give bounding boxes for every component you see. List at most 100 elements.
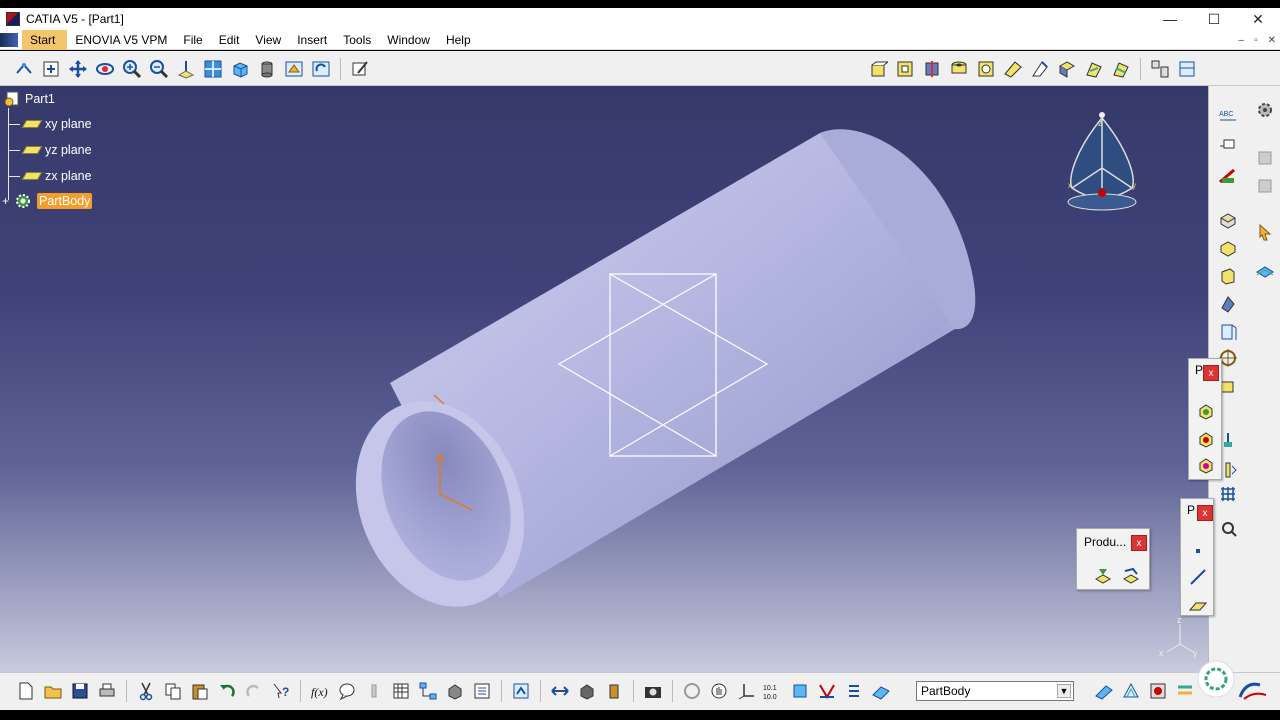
menu-view[interactable]: View <box>247 30 289 50</box>
render-icon[interactable] <box>1092 679 1116 703</box>
assistant-orb-icon[interactable] <box>1196 659 1236 699</box>
construction-icon[interactable] <box>788 679 812 703</box>
measure-inertia-icon[interactable] <box>602 679 626 703</box>
menu-insert[interactable]: Insert <box>289 30 335 50</box>
removed-multi-section-icon[interactable] <box>1109 57 1133 81</box>
pan-icon[interactable] <box>66 57 90 81</box>
boolean-intersect-icon[interactable] <box>1194 453 1218 477</box>
multi-view-icon[interactable] <box>201 57 225 81</box>
menu-help[interactable]: Help <box>438 30 479 50</box>
work-on-support-icon[interactable] <box>869 679 893 703</box>
iso-view-icon[interactable] <box>228 57 252 81</box>
edge-fillet-icon[interactable] <box>1216 208 1240 232</box>
refresh-icon[interactable] <box>680 679 704 703</box>
tree-node-yz-plane[interactable]: yz plane <box>21 143 92 157</box>
fit-all-in-icon[interactable] <box>39 57 63 81</box>
paste-icon[interactable] <box>188 679 212 703</box>
stiffener-icon[interactable] <box>1028 57 1052 81</box>
slot-icon[interactable] <box>1001 57 1025 81</box>
product-panel-close-button[interactable]: x <box>1131 535 1147 551</box>
formula-icon[interactable]: f(x) <box>308 679 332 703</box>
zoom-out-icon[interactable] <box>147 57 171 81</box>
save-icon[interactable] <box>68 679 92 703</box>
compass-icon[interactable]: z x y <box>1062 108 1142 218</box>
pocket-icon[interactable] <box>893 57 917 81</box>
chevron-down-icon[interactable]: ▼ <box>1057 684 1071 698</box>
menu-enovia[interactable]: ENOVIA V5 VPM <box>67 30 175 50</box>
chamfer-icon[interactable] <box>1216 236 1240 260</box>
close-button[interactable]: ✕ <box>1236 8 1280 30</box>
tree-node-xy-plane[interactable]: xy plane <box>21 117 92 131</box>
solid-combine-icon[interactable] <box>1082 57 1106 81</box>
text-annotation-icon[interactable]: ABC <box>1216 104 1240 128</box>
workbench-switch-icon[interactable] <box>1175 57 1199 81</box>
menu-start[interactable]: Start <box>22 29 68 50</box>
product-knowledge-toolbar[interactable]: Produ... x <box>1076 528 1150 590</box>
floating-toolbar-1-close-button[interactable]: x <box>1203 365 1219 381</box>
list-icon[interactable] <box>842 679 866 703</box>
product-tool-1-icon[interactable] <box>1091 563 1115 587</box>
rotate-icon[interactable] <box>93 57 117 81</box>
undo-icon[interactable] <box>215 679 239 703</box>
fly-mode-icon[interactable] <box>12 57 36 81</box>
workbench-layout-icon[interactable] <box>1148 57 1172 81</box>
tree-node-part1[interactable]: Part1 <box>4 91 55 107</box>
new-file-icon[interactable] <box>14 679 38 703</box>
maximize-button[interactable]: ☐ <box>1192 8 1236 30</box>
open-folder-icon[interactable] <box>41 679 65 703</box>
shaft-icon[interactable] <box>920 57 944 81</box>
menu-file[interactable]: File <box>175 30 210 50</box>
material-icon[interactable] <box>1119 679 1143 703</box>
line-icon[interactable] <box>1186 565 1210 589</box>
menu-edit[interactable]: Edit <box>211 30 248 50</box>
hide-show-icon[interactable] <box>282 57 306 81</box>
whats-this-icon[interactable]: ? <box>269 679 293 703</box>
sketcher-icon[interactable] <box>348 57 372 81</box>
hand-pointer-icon[interactable] <box>707 679 731 703</box>
constraint-icon[interactable] <box>815 679 839 703</box>
rib-icon[interactable] <box>974 57 998 81</box>
select-arrow-icon[interactable] <box>1253 220 1277 244</box>
product-tool-2-icon[interactable] <box>1119 563 1143 587</box>
menu-window[interactable]: Window <box>379 30 438 50</box>
apply-material-icon[interactable] <box>1146 679 1170 703</box>
axis-icon[interactable] <box>734 679 758 703</box>
shading-icon[interactable] <box>255 57 279 81</box>
boolean-add-icon[interactable] <box>1194 399 1218 423</box>
normal-view-icon[interactable] <box>174 57 198 81</box>
measure-item-icon[interactable] <box>575 679 599 703</box>
comment-icon[interactable] <box>335 679 359 703</box>
copy-icon[interactable] <box>161 679 185 703</box>
grid-snap-icon[interactable]: 10.1 10.0 <box>761 679 785 703</box>
capture-camera-icon[interactable] <box>641 679 665 703</box>
flag-note-icon[interactable] <box>1216 134 1240 158</box>
minimize-button[interactable]: — <box>1148 8 1192 30</box>
redo-icon[interactable] <box>242 679 266 703</box>
update-icon[interactable] <box>509 679 533 703</box>
grid-pattern-icon[interactable] <box>1216 482 1240 506</box>
current-body-dropdown[interactable]: PartBody ▼ <box>916 681 1074 701</box>
grey-tool-icon[interactable] <box>1253 146 1277 170</box>
catalog-icon[interactable] <box>443 679 467 703</box>
plane-tool-icon[interactable] <box>1186 593 1210 617</box>
multi-section-icon[interactable] <box>1055 57 1079 81</box>
doc-close-button[interactable]: ✕ <box>1268 35 1276 46</box>
settings-gear-icon[interactable] <box>1253 98 1277 122</box>
floating-toolbar-2[interactable]: P x <box>1180 498 1214 616</box>
doc-restore-button[interactable]: ▫ <box>1254 35 1258 46</box>
point-icon[interactable] <box>1186 539 1210 563</box>
design-table-icon[interactable] <box>389 679 413 703</box>
shell-icon[interactable] <box>1216 292 1240 316</box>
swap-space-icon[interactable] <box>309 57 333 81</box>
axis-system-icon[interactable] <box>1216 516 1240 540</box>
print-icon[interactable] <box>95 679 119 703</box>
hole-icon[interactable] <box>947 57 971 81</box>
expand-icon[interactable]: + <box>2 194 9 208</box>
menu-tools[interactable]: Tools <box>335 30 379 50</box>
zoom-in-icon[interactable] <box>120 57 144 81</box>
measure-icon[interactable] <box>1216 164 1240 188</box>
thickness-icon[interactable] <box>1216 320 1240 344</box>
boolean-remove-icon[interactable] <box>1194 427 1218 451</box>
doc-minimize-button[interactable]: – <box>1239 35 1245 46</box>
knowledge-icon[interactable] <box>362 679 386 703</box>
